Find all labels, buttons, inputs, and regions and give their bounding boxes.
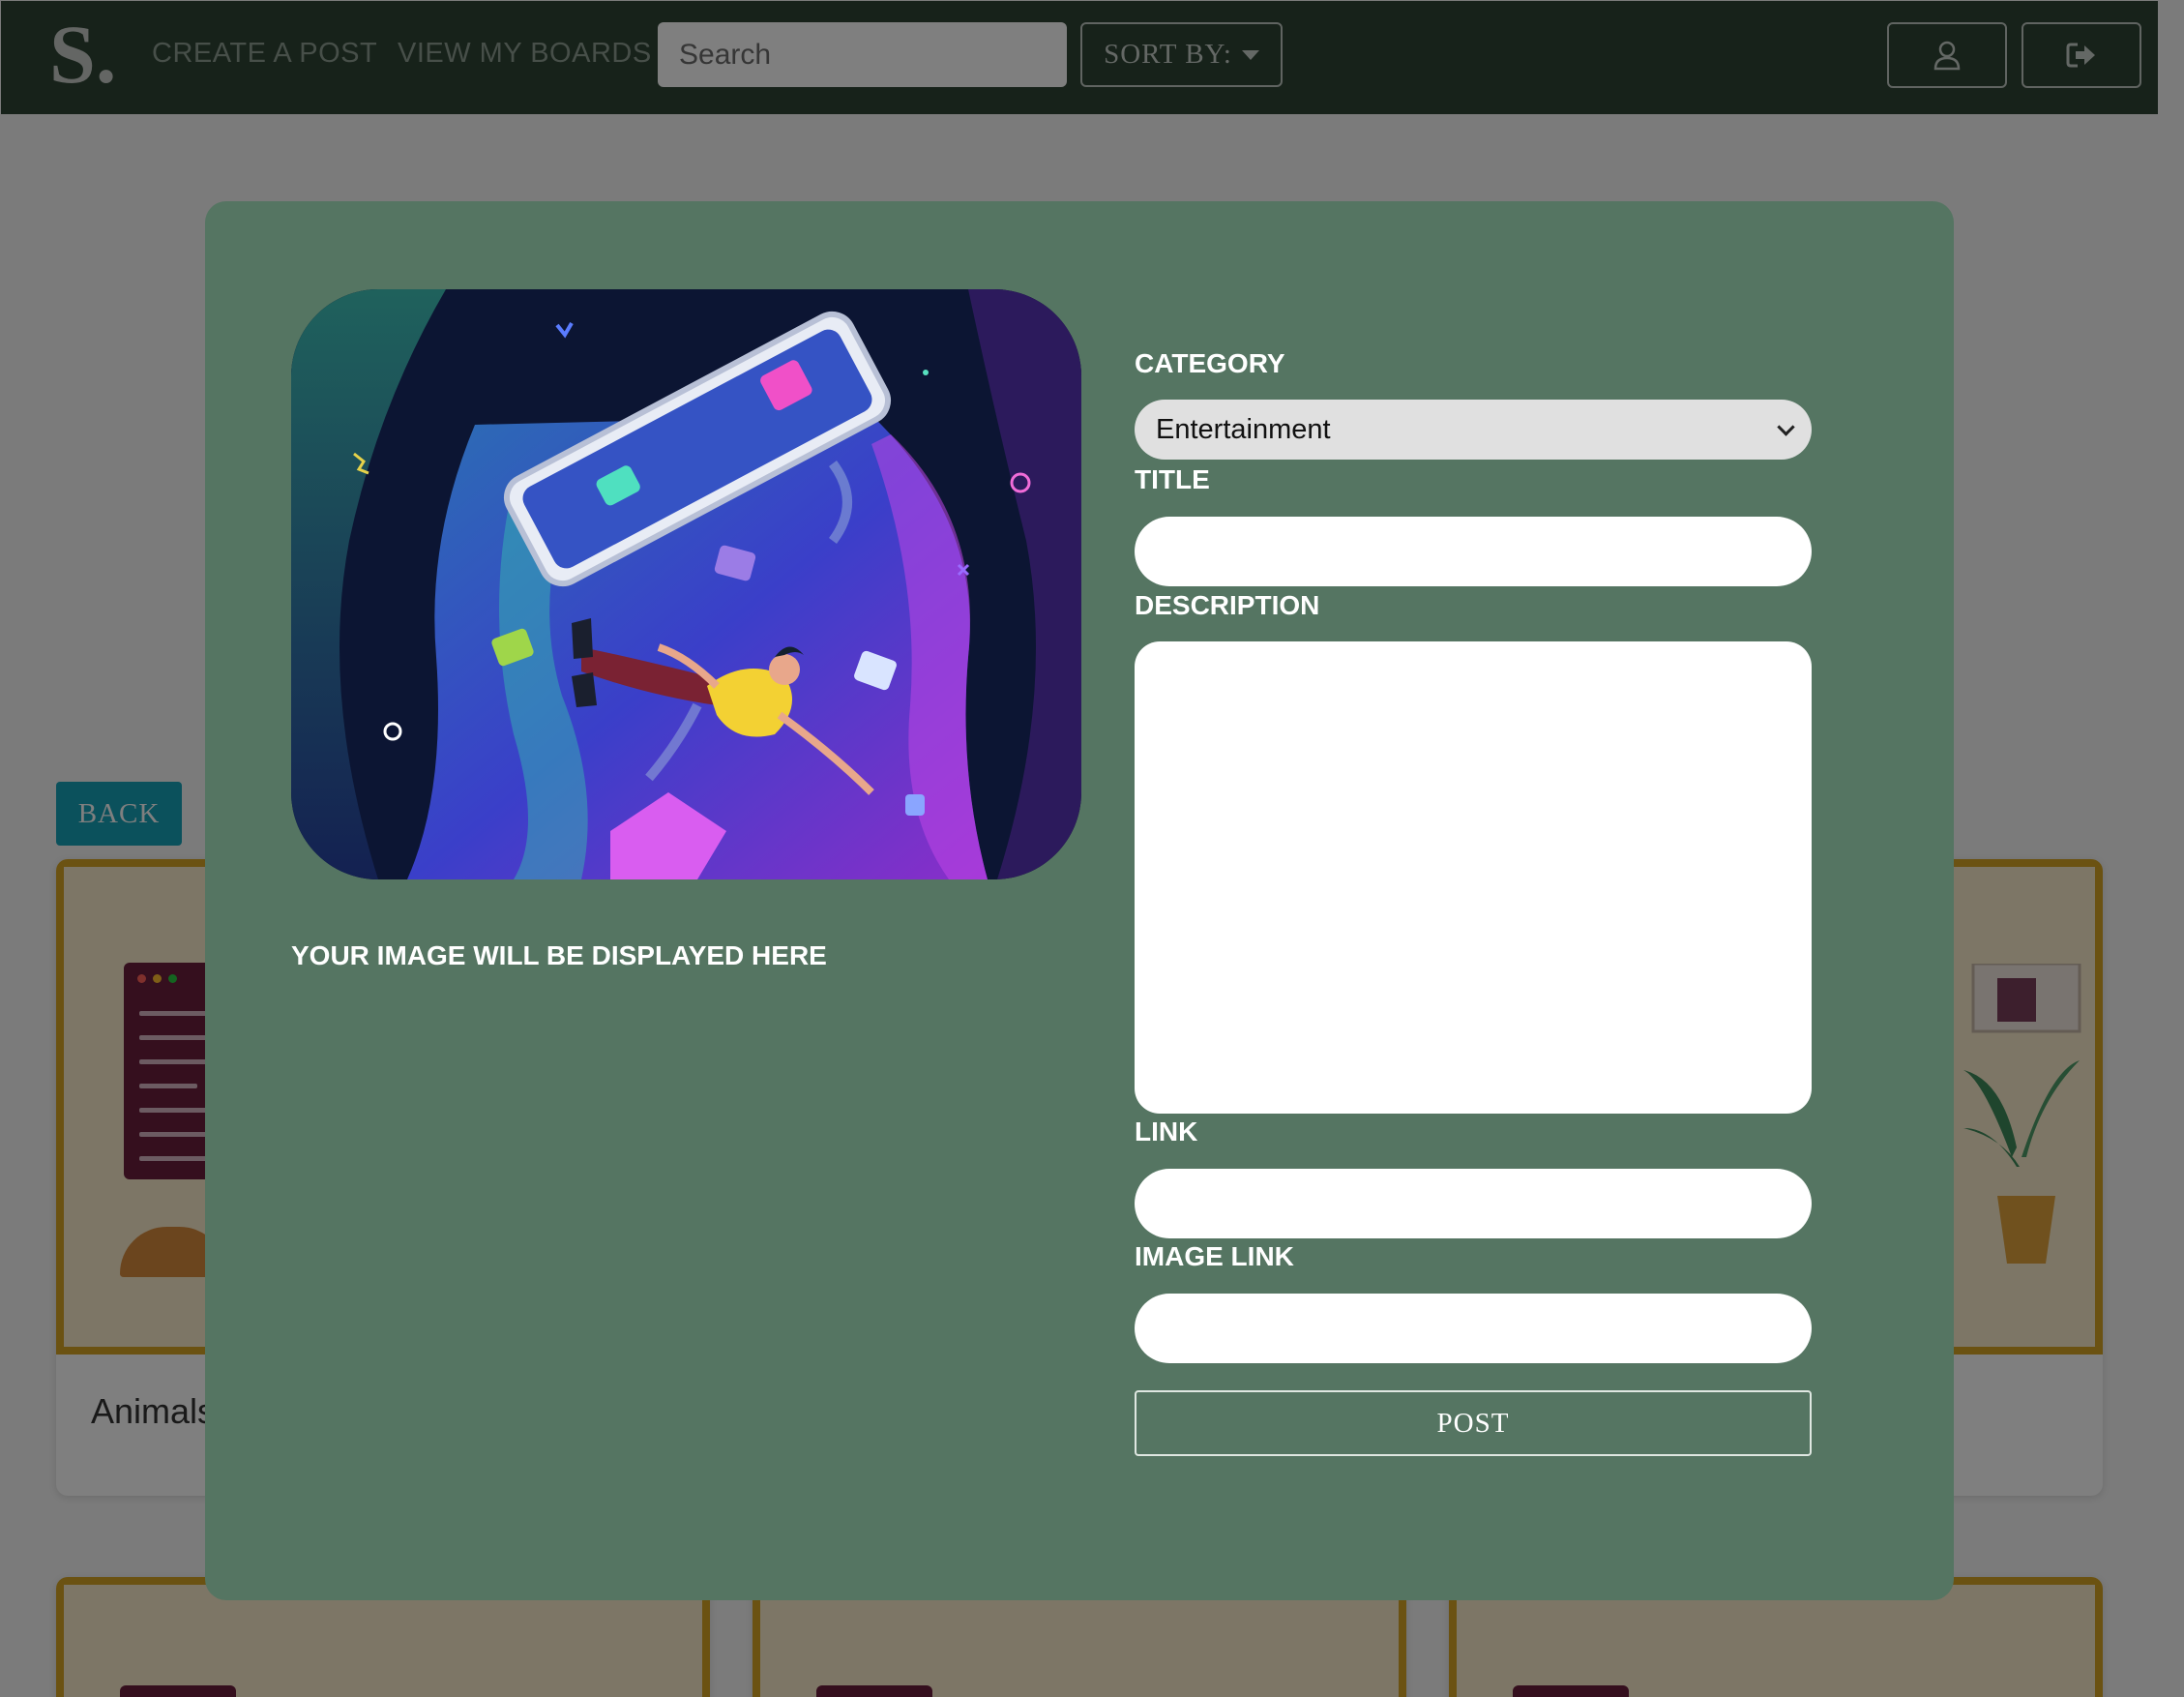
- title-label: TITLE: [1135, 464, 1210, 494]
- description-textarea[interactable]: [1135, 641, 1812, 1114]
- category-label: CATEGORY: [1135, 348, 1285, 378]
- image-link-input[interactable]: [1135, 1294, 1812, 1363]
- phone-fall-illustration: [291, 289, 1081, 879]
- category-selected-value: Entertainment: [1156, 413, 1331, 445]
- create-post-modal: YOUR IMAGE WILL BE DISPLAYED HERE CATEGO…: [205, 201, 1954, 1600]
- link-label: LINK: [1135, 1116, 1198, 1146]
- image-link-label: IMAGE LINK: [1135, 1241, 1294, 1271]
- image-preview: [291, 289, 1081, 879]
- post-button[interactable]: POST: [1135, 1390, 1812, 1456]
- title-input[interactable]: [1135, 517, 1812, 586]
- image-preview-caption: YOUR IMAGE WILL BE DISPLAYED HERE: [291, 940, 827, 970]
- category-select[interactable]: Entertainment: [1135, 400, 1812, 460]
- link-input[interactable]: [1135, 1169, 1812, 1238]
- chevron-down-icon: [1777, 418, 1795, 436]
- description-label: DESCRIPTION: [1135, 590, 1320, 620]
